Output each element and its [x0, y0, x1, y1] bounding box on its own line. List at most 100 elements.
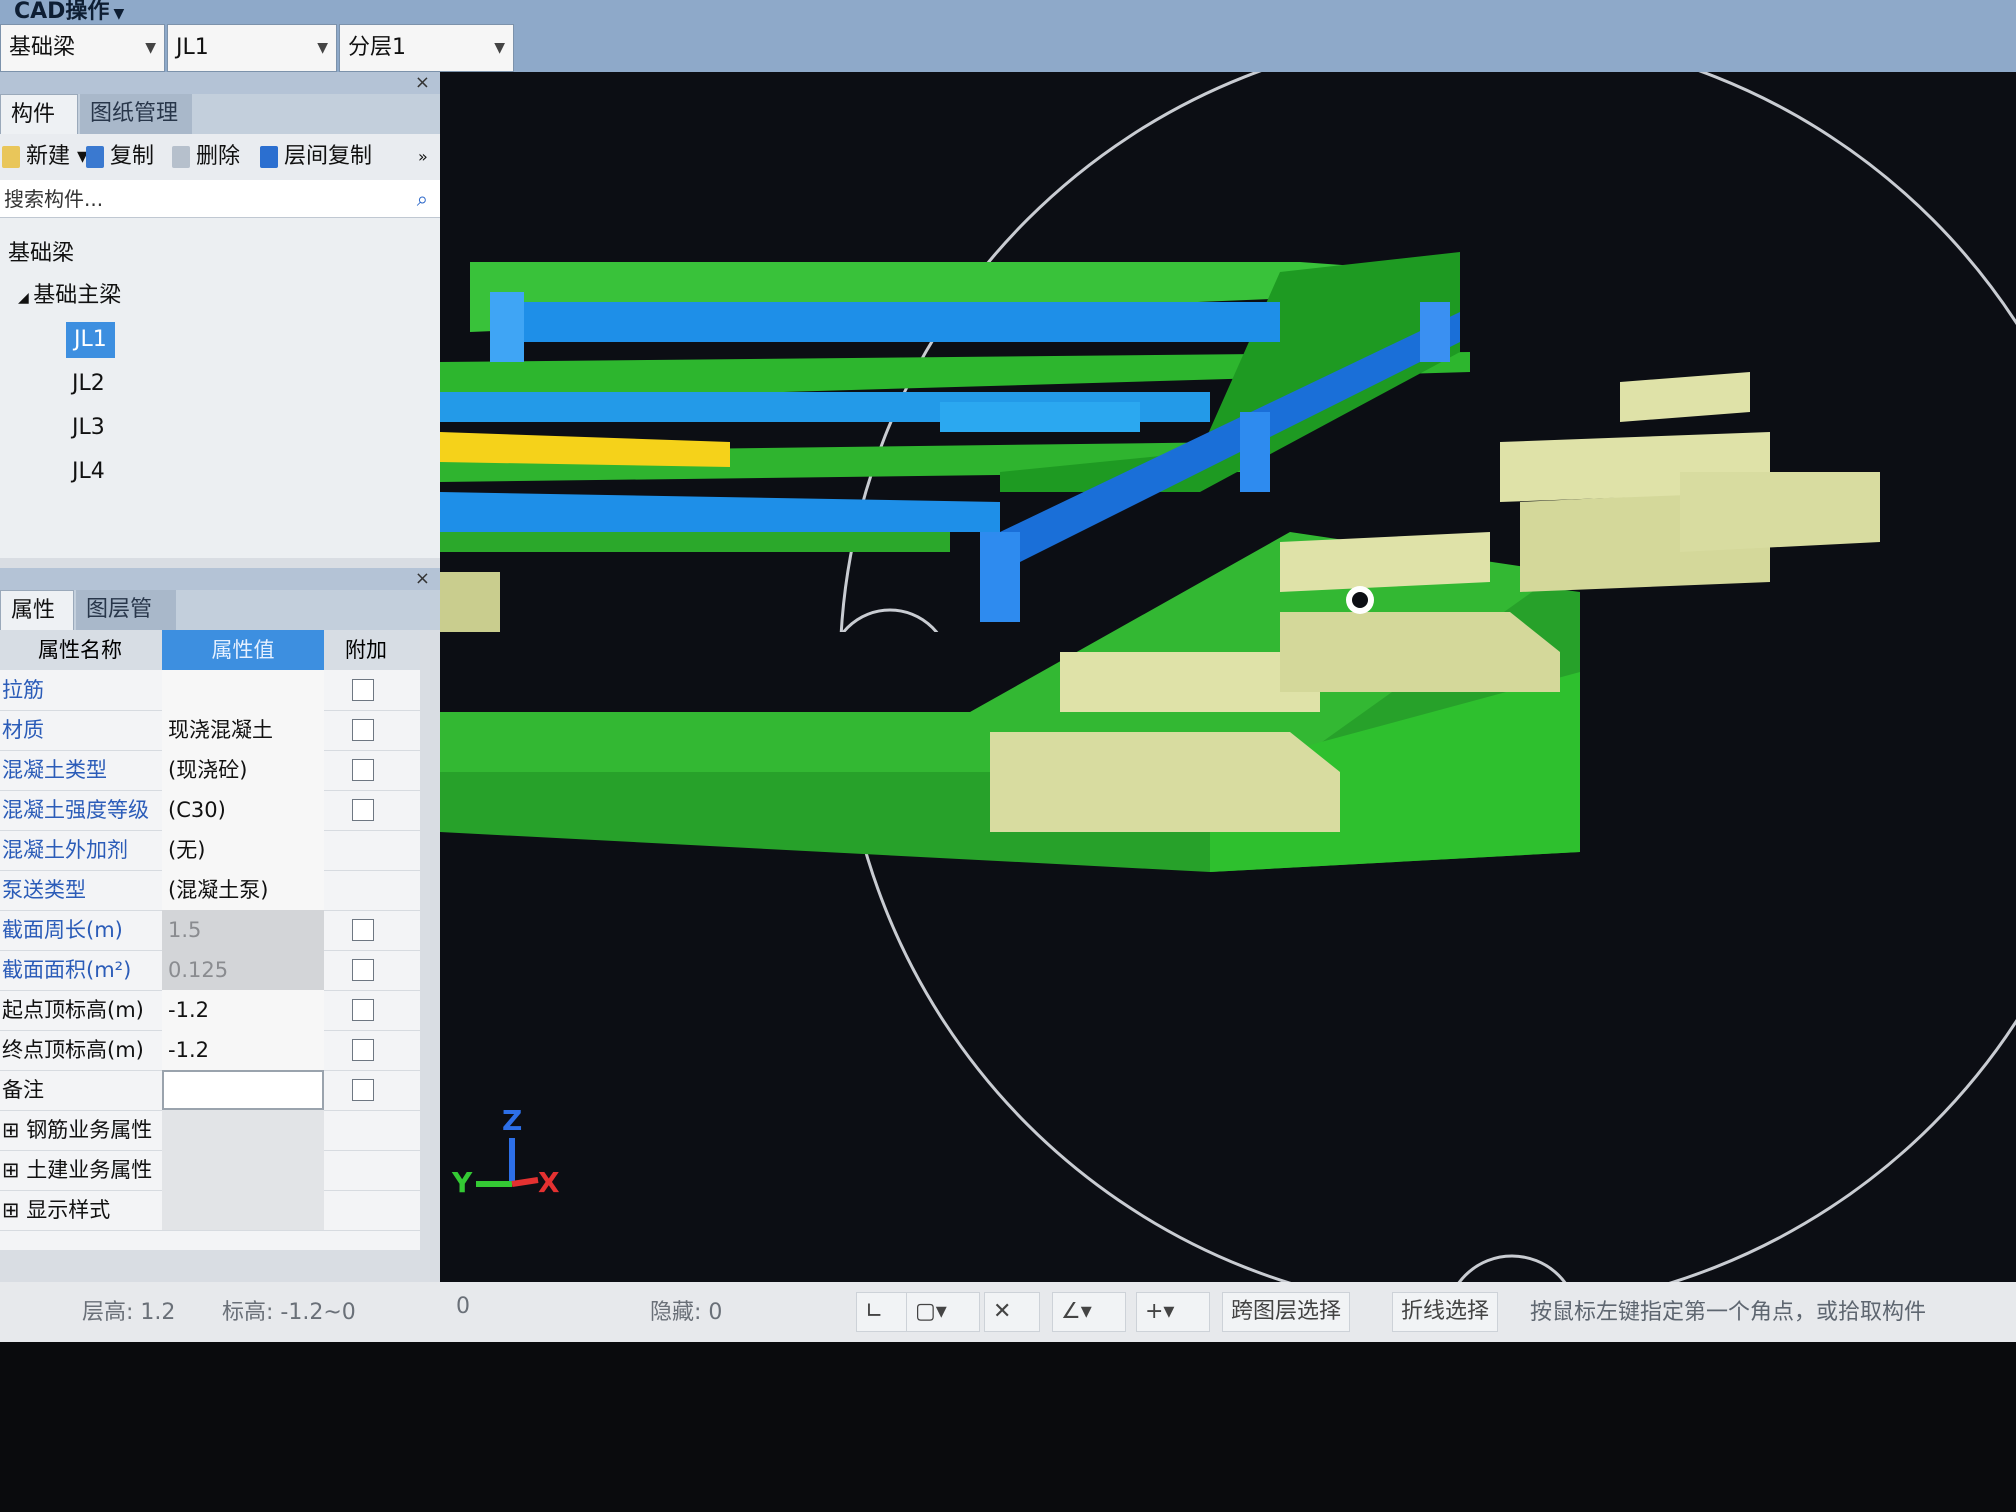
- left-panel: × 构件列表 图纸管理 新建 ▾ 复制 删除 层间复制 » 搜索构件... ⌕ …: [0, 72, 440, 1282]
- expand-plus-icon[interactable]: ⊞: [2, 1158, 26, 1182]
- blue-column[interactable]: [980, 532, 1020, 622]
- property-value[interactable]: -1.2: [162, 1030, 324, 1070]
- tab-layer-management[interactable]: 图层管理: [76, 590, 176, 662]
- extra-checkbox[interactable]: [352, 919, 374, 941]
- close-icon[interactable]: ×: [415, 72, 430, 94]
- floor-copy-button[interactable]: 层间复制: [260, 140, 372, 174]
- component-type-value: 基础梁: [9, 35, 76, 60]
- hidden-value: 0: [708, 1300, 723, 1325]
- footing-pad[interactable]: [1280, 532, 1490, 592]
- property-group[interactable]: ⊞ 土建业务属性: [0, 1150, 420, 1191]
- offset-icon[interactable]: +▾: [1136, 1292, 1210, 1332]
- extra-checkbox[interactable]: [352, 1079, 374, 1101]
- tree-group[interactable]: ◢ 基础主梁: [18, 278, 121, 314]
- cad-menu-label: CAD操作: [14, 0, 110, 24]
- component-type-select[interactable]: 基础梁 ▼: [0, 24, 165, 72]
- property-row[interactable]: 混凝土外加剂 (无): [0, 830, 420, 871]
- property-row[interactable]: 泵送类型 (混凝土泵): [0, 870, 420, 911]
- property-row[interactable]: 截面面积(m²) 0.125: [0, 950, 420, 991]
- cad-operation-menu[interactable]: CAD操作 ▼: [8, 0, 184, 24]
- property-row[interactable]: 终点顶标高(m) -1.2: [0, 1030, 420, 1071]
- property-value[interactable]: (C30): [162, 790, 324, 830]
- angle-icon[interactable]: ∠▾: [1052, 1292, 1126, 1332]
- tree-item-jl2[interactable]: JL2: [72, 366, 105, 402]
- blue-column[interactable]: [1240, 412, 1270, 492]
- remark-input[interactable]: [162, 1070, 324, 1110]
- tab-component-list[interactable]: 构件列表: [0, 94, 78, 167]
- extra-checkbox[interactable]: [352, 1039, 374, 1061]
- property-value[interactable]: [162, 670, 324, 710]
- blue-column[interactable]: [1420, 302, 1450, 362]
- property-group[interactable]: ⊞ 钢筋业务属性: [0, 1110, 420, 1151]
- extra-checkbox[interactable]: [352, 999, 374, 1021]
- tree-item-jl3[interactable]: JL3: [72, 410, 105, 446]
- footing-pad[interactable]: [1280, 612, 1560, 692]
- more-icon[interactable]: »: [418, 140, 428, 174]
- tab-drawing-management[interactable]: 图纸管理: [80, 94, 192, 134]
- blue-column[interactable]: [490, 292, 524, 362]
- floor-copy-icon: [260, 146, 278, 168]
- extra-checkbox[interactable]: [352, 799, 374, 821]
- copy-label: 复制: [110, 144, 155, 169]
- polyline-select-button[interactable]: 折线选择: [1392, 1292, 1499, 1332]
- screen: CAD操作▼ 基础梁▼ JL1▼ 分层1▼ × 构件列表 图纸管理 新建 ▾ 复…: [0, 0, 2016, 1512]
- copy-button[interactable]: 复制: [86, 140, 154, 174]
- blue-beam[interactable]: [520, 302, 1280, 342]
- select-box-icon[interactable]: ▢▾: [906, 1292, 980, 1332]
- property-value[interactable]: (混凝土泵): [162, 870, 324, 910]
- close-icon[interactable]: ×: [415, 568, 430, 590]
- tree-item-jl1[interactable]: JL1: [66, 322, 115, 358]
- delete-button[interactable]: 删除: [172, 140, 240, 174]
- component-name-select[interactable]: JL1 ▼: [167, 24, 337, 72]
- property-row[interactable]: 混凝土强度等级 (C30): [0, 790, 420, 831]
- property-name: 混凝土强度等级: [2, 798, 149, 822]
- expand-plus-icon[interactable]: ⊞: [2, 1118, 26, 1142]
- new-button[interactable]: 新建 ▾: [2, 140, 88, 174]
- collapse-triangle-icon[interactable]: ◢: [18, 290, 33, 306]
- cross-icon[interactable]: ✕: [984, 1292, 1040, 1332]
- property-row[interactable]: 起点顶标高(m) -1.2: [0, 990, 420, 1031]
- cross-layer-select-button[interactable]: 跨图层选择: [1222, 1292, 1351, 1332]
- property-row[interactable]: 拉筋: [0, 670, 420, 711]
- footing-pad[interactable]: [1680, 472, 1880, 552]
- property-value[interactable]: -1.2: [162, 990, 324, 1030]
- property-value[interactable]: 现浇混凝土: [162, 710, 324, 750]
- property-group[interactable]: ⊞ 显示样式: [0, 1190, 420, 1231]
- property-row[interactable]: 材质 现浇混凝土: [0, 710, 420, 751]
- highlight-beam[interactable]: [440, 432, 730, 467]
- layer-select[interactable]: 分层1 ▼: [339, 24, 514, 72]
- blue-beam[interactable]: [440, 492, 1000, 532]
- tab-property-list[interactable]: 属性列表: [0, 590, 74, 663]
- footing-pad[interactable]: [440, 572, 500, 632]
- property-row[interactable]: 备注: [0, 1070, 420, 1111]
- tree-root[interactable]: 基础梁: [8, 236, 74, 272]
- property-name: 截面周长(m): [2, 918, 123, 942]
- extra-checkbox[interactable]: [352, 719, 374, 741]
- tree-item-label: JL3: [72, 415, 105, 440]
- expand-plus-icon[interactable]: ⊞: [2, 1198, 26, 1222]
- search-input[interactable]: 搜索构件... ⌕: [0, 180, 440, 218]
- floor-copy-label: 层间复制: [284, 144, 373, 169]
- new-icon: [2, 146, 20, 168]
- 3d-model[interactable]: Z Y X: [440, 30, 2016, 1390]
- property-value[interactable]: (无): [162, 830, 324, 870]
- orbit-handle-bottom[interactable]: [1444, 1254, 1580, 1390]
- navigation-cursor-icon[interactable]: [1346, 586, 1374, 614]
- elevation-label: 标高:: [222, 1300, 274, 1325]
- group-label: 钢筋业务属性: [26, 1118, 153, 1142]
- property-row[interactable]: 截面周长(m) 1.5: [0, 910, 420, 951]
- extra-checkbox[interactable]: [352, 759, 374, 781]
- property-group-name: ⊞ 钢筋业务属性: [0, 1110, 162, 1150]
- 3d-viewport[interactable]: Z Y X: [440, 30, 2016, 1390]
- property-value[interactable]: (现浇砼): [162, 750, 324, 790]
- property-row[interactable]: 混凝土类型 (现浇砼): [0, 750, 420, 791]
- search-icon[interactable]: ⌕: [417, 180, 428, 218]
- footing-pad[interactable]: [990, 732, 1340, 832]
- blue-side-beam[interactable]: [1000, 312, 1460, 572]
- ortho-icon[interactable]: ∟: [856, 1292, 908, 1332]
- footing-pad[interactable]: [1620, 372, 1750, 422]
- blue-beam[interactable]: [940, 402, 1140, 432]
- extra-checkbox[interactable]: [352, 959, 374, 981]
- extra-checkbox[interactable]: [352, 679, 374, 701]
- tree-item-jl4[interactable]: JL4: [72, 454, 105, 490]
